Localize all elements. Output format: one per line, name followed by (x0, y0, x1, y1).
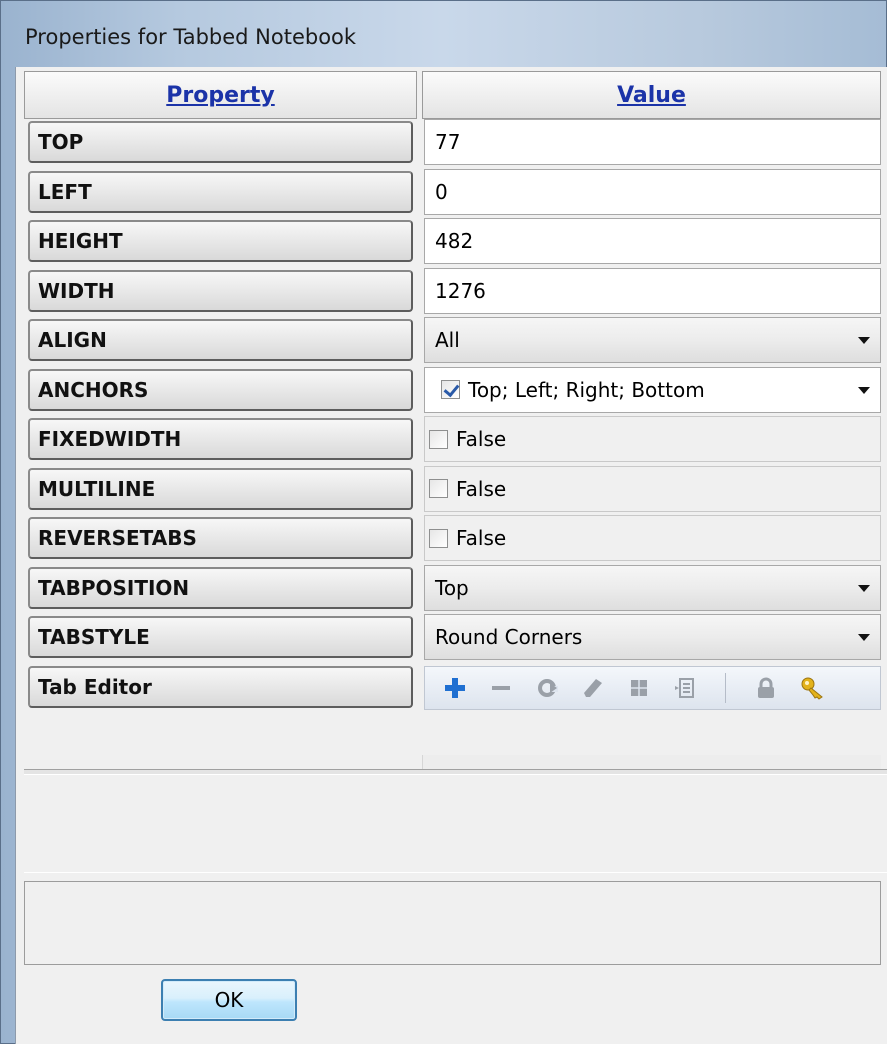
property-name[interactable]: LEFT (28, 170, 413, 213)
key-icon[interactable] (800, 676, 824, 700)
tabstyle-select[interactable]: Round Corners (424, 614, 881, 660)
property-row-width: WIDTH 1276 (24, 266, 881, 316)
chevron-down-icon[interactable] (858, 386, 870, 394)
property-row-left: LEFT 0 (24, 167, 881, 217)
width-value-input[interactable]: 1276 (424, 267, 881, 314)
property-name[interactable]: MULTILINE (28, 467, 413, 510)
property-name[interactable]: TABSTYLE (28, 616, 413, 658)
ok-button[interactable]: OK (161, 979, 297, 1021)
anchors-selected-value: Top; Left; Right; Bottom (468, 377, 705, 402)
property-row-multiline: MULTILINE False (24, 464, 881, 514)
property-name[interactable]: FIXEDWIDTH (28, 418, 413, 460)
reversetabs-value: False (456, 526, 507, 550)
property-name[interactable]: WIDTH (28, 269, 413, 312)
dialog-client-area: Property Value TOP 77 LEFT 0 HEIGHT 482 … (15, 67, 887, 1044)
multiline-value: False (456, 476, 507, 501)
tabstyle-selected-value: Round Corners (435, 625, 583, 649)
property-row-height: HEIGHT 482 (24, 216, 881, 266)
align-select[interactable]: All (424, 317, 881, 363)
property-row-tab-editor: Tab Editor (24, 662, 881, 712)
chevron-down-icon[interactable] (858, 337, 870, 344)
remove-icon[interactable] (489, 676, 513, 700)
left-value-input[interactable]: 0 (424, 168, 881, 215)
property-name[interactable]: TOP (28, 121, 413, 163)
tabposition-selected-value: Top (435, 575, 469, 600)
value-column-header[interactable]: Value (422, 71, 881, 119)
add-icon[interactable] (443, 676, 467, 700)
undo-icon[interactable] (535, 676, 559, 700)
property-row-top: TOP 77 (24, 117, 881, 167)
reversetabs-checkbox[interactable] (429, 528, 448, 548)
edit-icon[interactable] (581, 676, 605, 700)
property-name[interactable]: TABPOSITION (28, 566, 413, 609)
tab-editor-toolbar (424, 665, 881, 710)
property-column-header[interactable]: Property (24, 71, 417, 119)
property-row-fixedwidth: FIXEDWIDTH False (24, 414, 881, 464)
tabposition-select[interactable]: Top (424, 564, 881, 611)
toolbar-separator (725, 672, 726, 703)
properties-dialog: Properties for Tabbed Notebook Property … (0, 0, 887, 1044)
multiline-checkbox[interactable] (429, 479, 448, 498)
reversetabs-checkbox-field[interactable]: False (424, 515, 881, 561)
anchors-checkbox[interactable] (441, 380, 460, 399)
window-title: Properties for Tabbed Notebook (25, 25, 357, 49)
grid-icon[interactable] (627, 676, 651, 700)
fixedwidth-checkbox-field[interactable]: False (424, 416, 881, 462)
chevron-down-icon[interactable] (858, 634, 870, 641)
top-value-input[interactable]: 77 (424, 119, 881, 165)
anchors-select[interactable]: Top; Left; Right; Bottom (424, 366, 881, 413)
property-row-tabposition: TABPOSITION Top (24, 563, 881, 613)
title-bar[interactable]: Properties for Tabbed Notebook (1, 1, 887, 71)
help-panel (24, 881, 881, 965)
multiline-checkbox-field[interactable]: False (424, 465, 881, 512)
fixedwidth-checkbox[interactable] (429, 429, 448, 449)
property-name[interactable]: ANCHORS (28, 368, 413, 411)
property-name[interactable]: REVERSETABS (28, 517, 413, 559)
property-name[interactable]: HEIGHT (28, 220, 413, 262)
align-selected-value: All (435, 328, 460, 352)
property-row-align: ALIGN All (24, 315, 881, 365)
height-value-input[interactable]: 482 (424, 218, 881, 264)
properties-icon[interactable] (673, 676, 697, 700)
property-grid: TOP 77 LEFT 0 HEIGHT 482 WIDTH 1276 ALIG… (24, 117, 881, 711)
property-name[interactable]: Tab Editor (28, 665, 413, 708)
lock-icon[interactable] (754, 676, 778, 700)
property-row-anchors: ANCHORS Top; Left; Right; Bottom (24, 365, 881, 415)
description-panel (24, 775, 887, 873)
property-name[interactable]: ALIGN (28, 319, 413, 361)
chevron-down-icon[interactable] (858, 584, 870, 592)
property-row-reversetabs: REVERSETABS False (24, 513, 881, 563)
fixedwidth-value: False (456, 427, 507, 451)
property-row-tabstyle: TABSTYLE Round Corners (24, 612, 881, 662)
